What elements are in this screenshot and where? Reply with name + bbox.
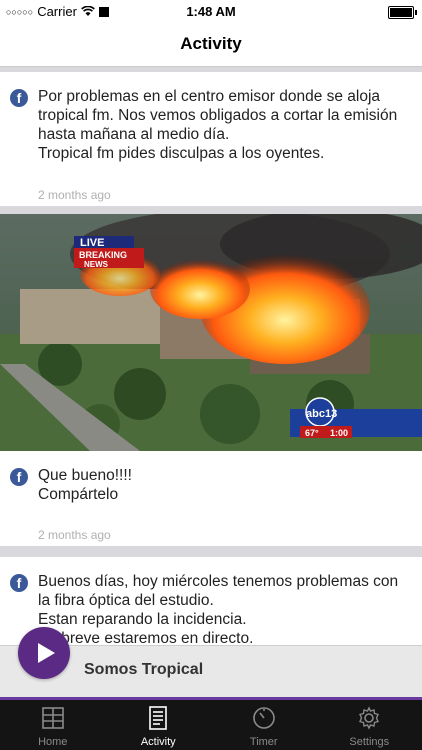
status-bar: ○○○○○ Carrier 1:48 AM xyxy=(0,0,422,24)
station-name: Somos Tropical xyxy=(84,661,204,678)
tab-bar: Home Activity Timer Settings xyxy=(0,700,422,750)
post-time: 2 months ago xyxy=(38,528,111,542)
tab-home[interactable]: Home xyxy=(0,700,106,750)
tab-label: Timer xyxy=(249,736,278,748)
battery-icon xyxy=(388,6,417,19)
grid-icon xyxy=(41,707,64,729)
tab-label: Settings xyxy=(349,736,390,748)
post-text: Que bueno!!!! Compártelo xyxy=(38,467,132,503)
post-card[interactable]: f Por problemas en el centro emisor dond… xyxy=(0,72,422,206)
overlay-breaking: BREAKING xyxy=(79,250,127,260)
gear-icon xyxy=(359,706,380,730)
play-button[interactable] xyxy=(18,627,70,679)
activity-feed[interactable]: f Por problemas en el centro emisor dond… xyxy=(0,67,422,645)
post-time: 2 months ago xyxy=(38,188,111,202)
post-text: Buenos días, hoy miércoles tenemos probl… xyxy=(38,573,399,645)
navigation-bar: Activity xyxy=(0,24,422,67)
overlay-temp: 67° xyxy=(305,428,319,438)
tab-label: Home xyxy=(38,736,68,748)
post-card[interactable]: f Buenos días, hoy miércoles tenemos pro… xyxy=(0,557,422,645)
status-time: 1:48 AM xyxy=(186,4,236,19)
post-image[interactable]: LIVE BREAKING NEWS abc13 67° 1:00 xyxy=(0,214,422,451)
page-title: Activity xyxy=(180,34,242,53)
tab-timer[interactable]: Timer xyxy=(211,700,317,750)
tab-settings[interactable]: Settings xyxy=(317,700,422,750)
facebook-icon: f xyxy=(10,574,28,592)
post-text: Por problemas en el centro emisor donde … xyxy=(38,88,398,162)
overlay-live: LIVE xyxy=(80,237,104,249)
overlay-news: NEWS xyxy=(84,260,109,269)
facebook-icon: f xyxy=(10,89,28,107)
play-icon xyxy=(38,643,55,663)
tab-activity[interactable]: Activity xyxy=(106,700,212,750)
news-fire-image: LIVE BREAKING NEWS abc13 67° 1:00 xyxy=(0,214,422,451)
overlay-channel: abc13 xyxy=(306,408,337,420)
timer-icon xyxy=(252,707,275,729)
post-card[interactable]: LIVE BREAKING NEWS abc13 67° 1:00 f Que … xyxy=(0,214,422,546)
tab-label: Activity xyxy=(140,736,176,748)
facebook-icon: f xyxy=(10,468,28,486)
document-icon xyxy=(149,706,168,730)
overlay-clock: 1:00 xyxy=(330,428,348,438)
